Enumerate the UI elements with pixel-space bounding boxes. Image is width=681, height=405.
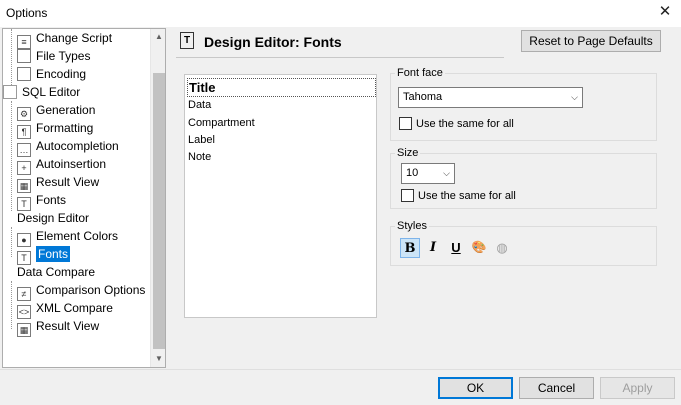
font-face-same-checkbox[interactable]: Use the same for all	[399, 117, 514, 132]
tree-item-label: Comparison Options	[36, 283, 146, 297]
chevron-down-icon: ⌵	[571, 92, 578, 102]
options-tree[interactable]: ≡ Change Script File Types Encoding SQL E…	[2, 28, 166, 368]
tree-line	[11, 281, 12, 329]
tree-item-label: Generation	[36, 103, 96, 117]
title-bar: Options ✕	[0, 0, 681, 27]
list-item[interactable]: Note	[188, 149, 211, 166]
size-select[interactable]: 10 ⌵	[401, 163, 455, 184]
font-color-icon[interactable]: 🎨	[469, 238, 489, 258]
list-item[interactable]: Title	[187, 78, 376, 97]
checkbox-box[interactable]	[401, 189, 414, 202]
tree-item-xml-compare[interactable]: <> XML Compare	[17, 299, 113, 319]
tree-item-sql-editor[interactable]: SQL Editor	[3, 83, 80, 101]
italic-button[interactable]: I	[423, 238, 443, 258]
tree-item-label: Formatting	[36, 121, 94, 135]
close-icon[interactable]: ✕	[657, 3, 673, 21]
tree-item-label: Design Editor	[17, 211, 90, 225]
tree-item-label: Change Script	[36, 31, 113, 45]
tree-item-label: Encoding	[36, 67, 87, 81]
tree-line	[11, 227, 12, 257]
tree-item-data-compare[interactable]: Data Compare	[17, 263, 95, 281]
font-icon: T	[180, 32, 194, 49]
tree-item-formatting[interactable]: ¶ Formatting	[17, 119, 94, 139]
list-item[interactable]: Compartment	[188, 115, 255, 132]
scroll-down-icon[interactable]: ▼	[151, 351, 165, 367]
scroll-thumb[interactable]	[153, 73, 165, 349]
tree-item-label: Autoinsertion	[36, 157, 107, 171]
tree-item-result-view[interactable]: ▦ Result View	[17, 173, 100, 193]
tree-scrollbar[interactable]: ▲ ▼	[150, 29, 165, 367]
window-title: Options	[6, 6, 48, 20]
styles-label: Styles	[395, 220, 429, 232]
size-value: 10	[406, 167, 419, 179]
bold-button[interactable]: B	[400, 238, 420, 258]
tree-item-fonts[interactable]: T Fonts	[17, 191, 67, 211]
tree-item-label: Data Compare	[17, 265, 96, 279]
tree-item-label: Fonts	[36, 246, 71, 262]
apply-button[interactable]: Apply	[600, 377, 675, 399]
tree-item-autoinsertion[interactable]: + Autoinsertion	[17, 155, 107, 175]
font-face-label: Font face	[395, 67, 445, 79]
tree-item-label: SQL Editor	[22, 85, 81, 99]
grid-icon: ▦	[17, 323, 31, 337]
tree-item-autocompletion[interactable]: … Autocompletion	[17, 137, 119, 157]
tree-item-label: File Types	[36, 49, 91, 63]
list-item[interactable]: Data	[188, 97, 211, 114]
underline-button[interactable]: U	[446, 238, 466, 258]
list-item[interactable]: Label	[188, 132, 215, 149]
page-title: Design Editor: Fonts	[204, 34, 342, 50]
encoding-icon	[17, 67, 31, 81]
divider	[176, 57, 504, 58]
cancel-button[interactable]: Cancel	[519, 377, 594, 399]
tree-item-label: Autocompletion	[36, 139, 119, 153]
tree-item-design-fonts[interactable]: T Fonts	[17, 245, 71, 265]
tree-item-label: XML Compare	[36, 301, 113, 315]
tree-item-compare-result-view[interactable]: ▦ Result View	[17, 317, 100, 337]
scroll-up-icon[interactable]: ▲	[151, 29, 165, 45]
tree-item-label: Result View	[36, 175, 100, 189]
tree-item-design-editor[interactable]: Design Editor	[17, 209, 89, 227]
elements-list[interactable]: Title Data Compartment Label Note	[184, 74, 377, 318]
size-same-checkbox[interactable]: Use the same for all	[401, 189, 516, 204]
font-face-select[interactable]: Tahoma ⌵	[398, 87, 583, 108]
tree-item-change-script[interactable]: ≡ Change Script	[17, 29, 113, 49]
tree-item-label: Element Colors	[36, 229, 119, 243]
tree-item-label: Result View	[36, 319, 100, 333]
background-color-icon[interactable]: ◍	[492, 238, 512, 258]
tree-item-encoding[interactable]: Encoding	[17, 65, 86, 83]
checkbox-label: Use the same for all	[418, 190, 516, 202]
tree-item-comparison-options[interactable]: ≠ Comparison Options	[17, 281, 146, 301]
tree-item-element-colors[interactable]: ● Element Colors	[17, 227, 119, 247]
size-label: Size	[395, 147, 421, 159]
sql-icon	[3, 85, 17, 99]
tree-line	[11, 101, 12, 211]
tree-item-label: Fonts	[36, 193, 67, 207]
checkbox-box[interactable]	[399, 117, 412, 130]
tree-item-generation[interactable]: ⚙ Generation	[17, 101, 96, 121]
reset-defaults-button[interactable]: Reset to Page Defaults	[521, 30, 661, 52]
font-face-value: Tahoma	[403, 91, 443, 103]
chevron-down-icon: ⌵	[443, 168, 450, 178]
ok-button[interactable]: OK	[438, 377, 513, 399]
checkbox-label: Use the same for all	[416, 118, 514, 130]
file-icon	[17, 49, 31, 63]
tree-item-file-types[interactable]: File Types	[17, 47, 90, 65]
